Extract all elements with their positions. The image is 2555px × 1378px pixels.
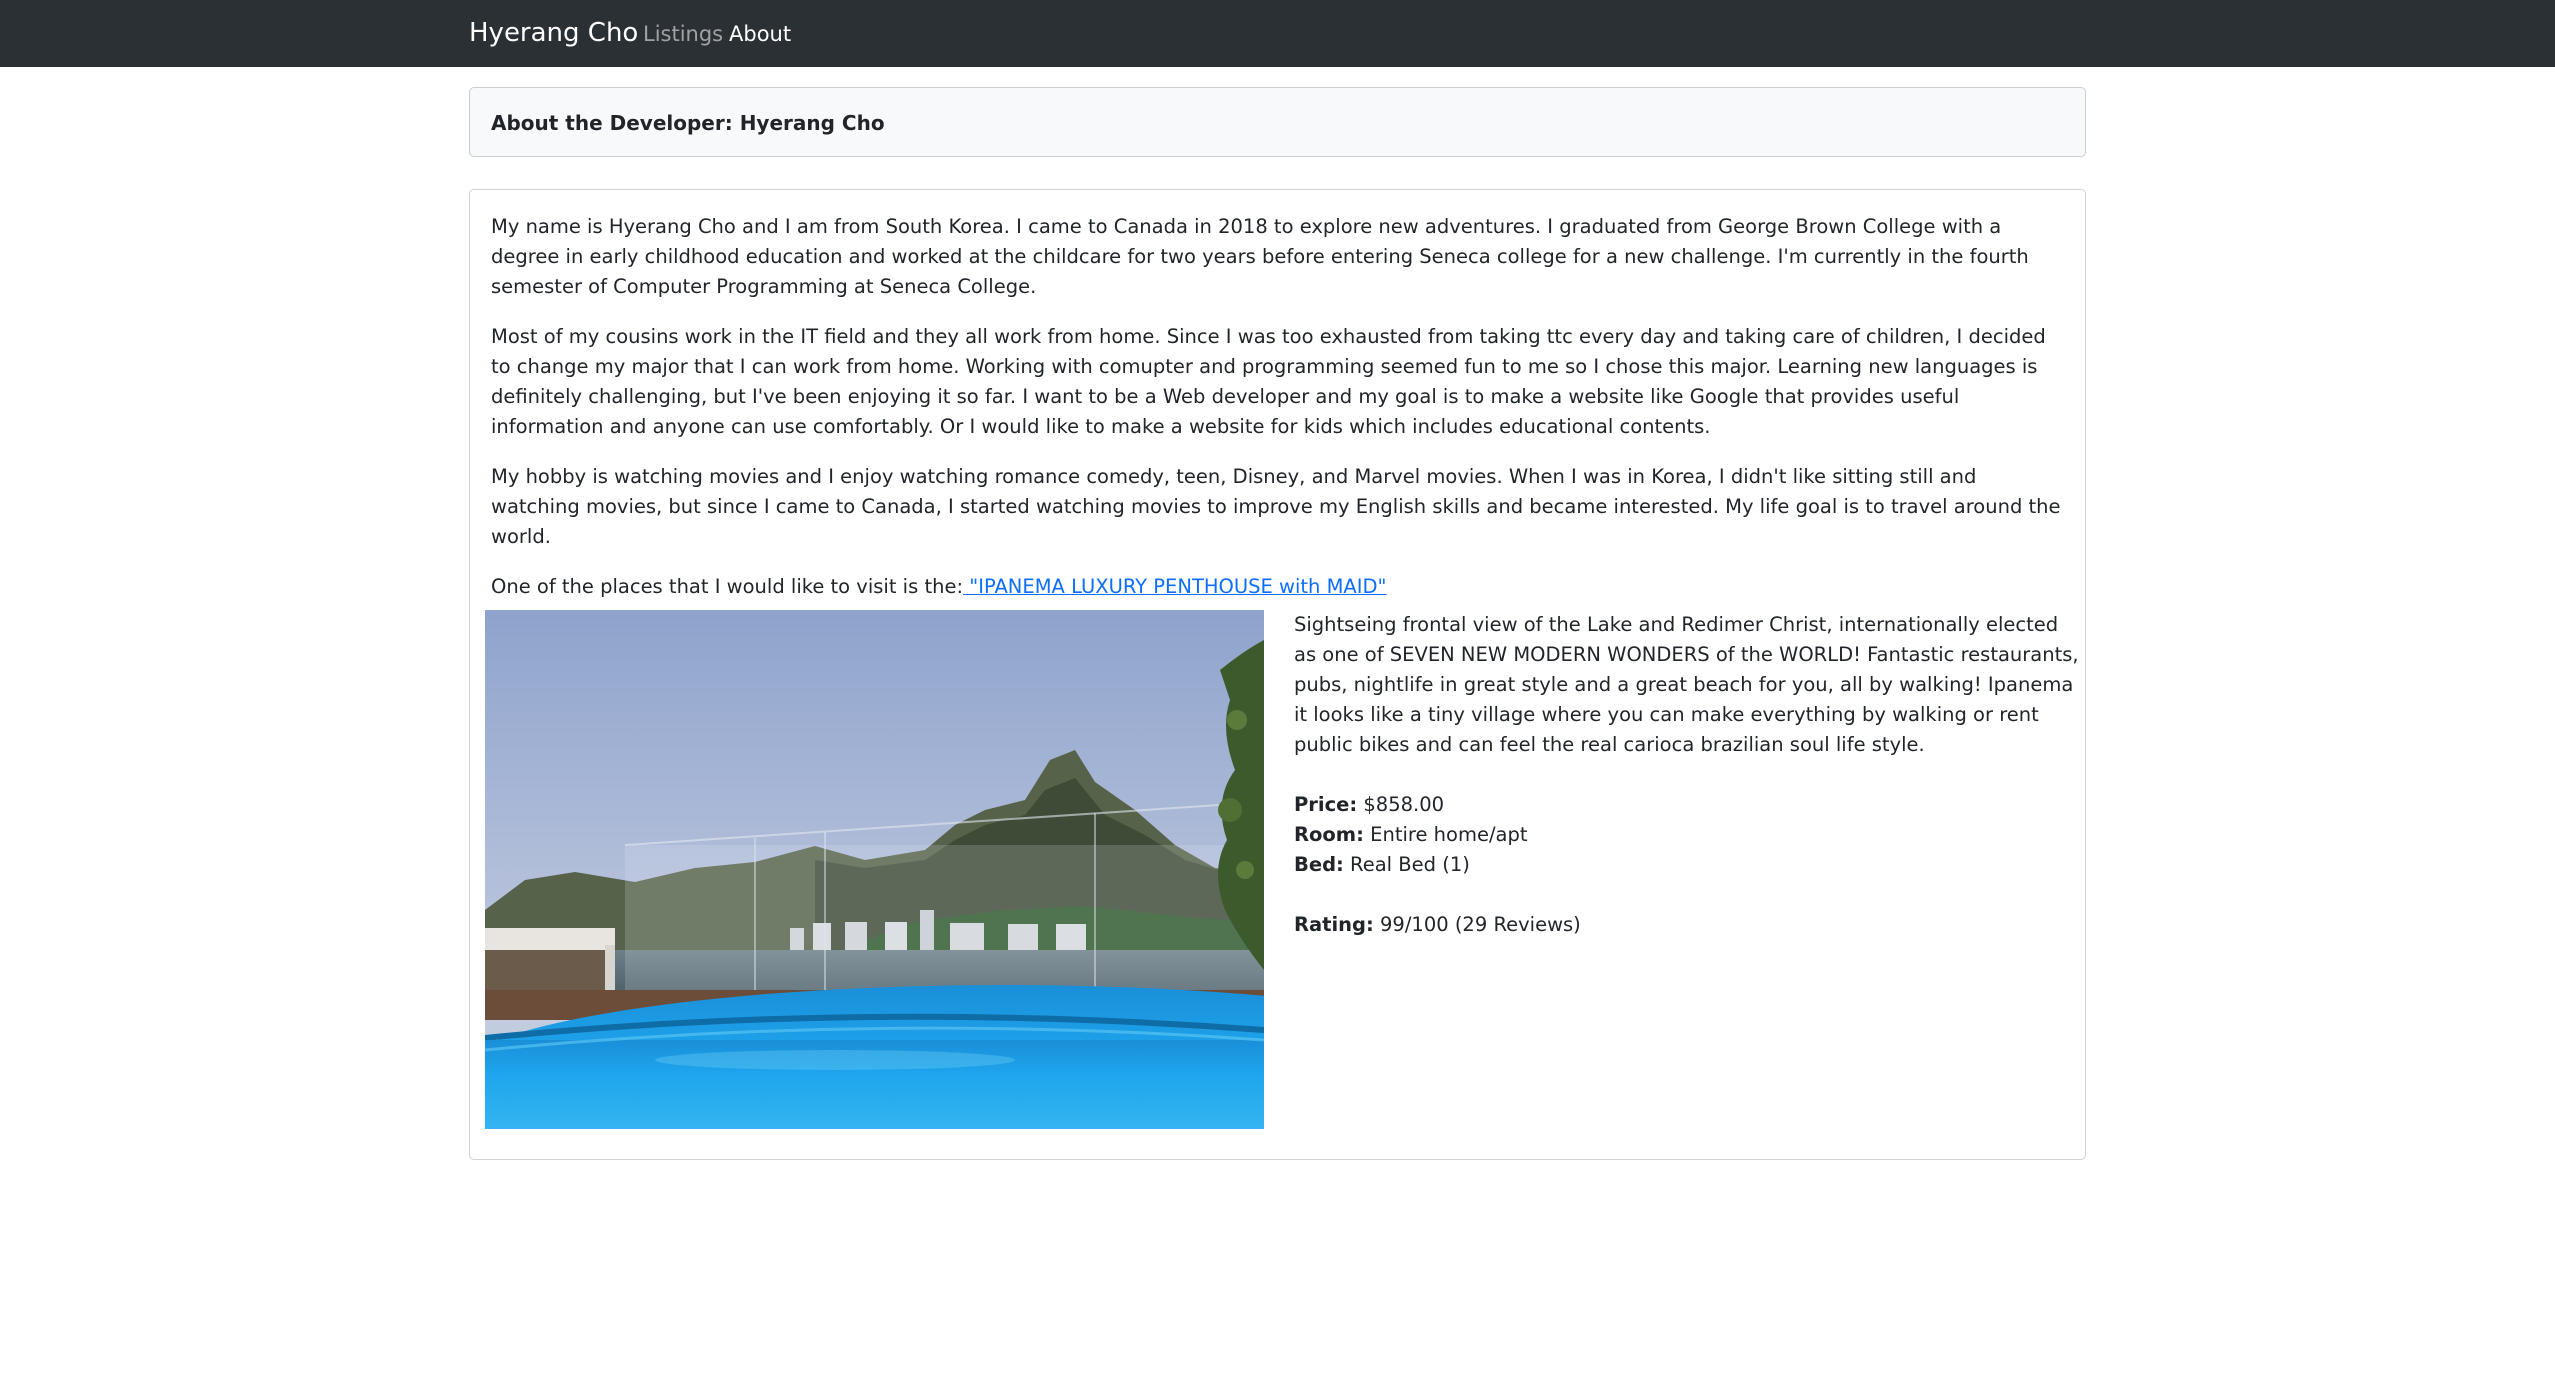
listing-details: Sightseing frontal view of the Lake and … xyxy=(1294,610,2079,940)
room-row: Room: Entire home/apt xyxy=(1294,820,2079,850)
nav-link-listings[interactable]: Listings xyxy=(643,21,723,47)
navbar-brand[interactable]: Hyerang Cho xyxy=(469,17,638,49)
price-row: Price: $858.00 xyxy=(1294,790,2079,820)
listing-photo xyxy=(485,610,1264,1129)
about-content-card: My name is Hyerang Cho and I am from Sou… xyxy=(469,189,2086,1160)
bed-value: Real Bed (1) xyxy=(1343,853,1470,876)
about-header-card: About the Developer: Hyerang Cho xyxy=(469,87,2086,157)
top-navbar: Hyerang Cho Listings About xyxy=(0,0,2555,67)
nav-link-about[interactable]: About xyxy=(729,21,791,47)
listing-link[interactable]: "IPANEMA LUXURY PENTHOUSE with MAID" xyxy=(963,575,1386,598)
room-value: Entire home/apt xyxy=(1363,823,1528,846)
rooftop-pool-lake-view-photo xyxy=(485,610,1264,1129)
room-label: Room: xyxy=(1294,823,1364,846)
bio-paragraph-1: My name is Hyerang Cho and I am from Sou… xyxy=(491,215,2029,298)
bed-row: Bed: Real Bed (1) xyxy=(1294,850,2079,880)
visit-paragraph: One of the places that I would like to v… xyxy=(491,572,2066,602)
rating-row: Rating: 99/100 (29 Reviews) xyxy=(1294,910,2079,940)
bio-paragraph-2: Most of my cousins work in the IT field … xyxy=(491,325,2046,438)
bio-section: My name is Hyerang Cho and I am from Sou… xyxy=(491,212,2066,622)
rating-label: Rating: xyxy=(1294,913,1374,936)
price-label: Price: xyxy=(1294,793,1358,816)
price-value: $858.00 xyxy=(1357,793,1445,816)
bio-paragraph-3: My hobby is watching movies and I enjoy … xyxy=(491,465,2061,548)
bed-label: Bed: xyxy=(1294,853,1344,876)
visit-prefix: One of the places that I would like to v… xyxy=(491,575,964,598)
listing-description: Sightseing frontal view of the Lake and … xyxy=(1294,613,2079,756)
rating-value: 99/100 (29 Reviews) xyxy=(1373,913,1581,936)
page-title: About the Developer: Hyerang Cho xyxy=(491,111,885,135)
